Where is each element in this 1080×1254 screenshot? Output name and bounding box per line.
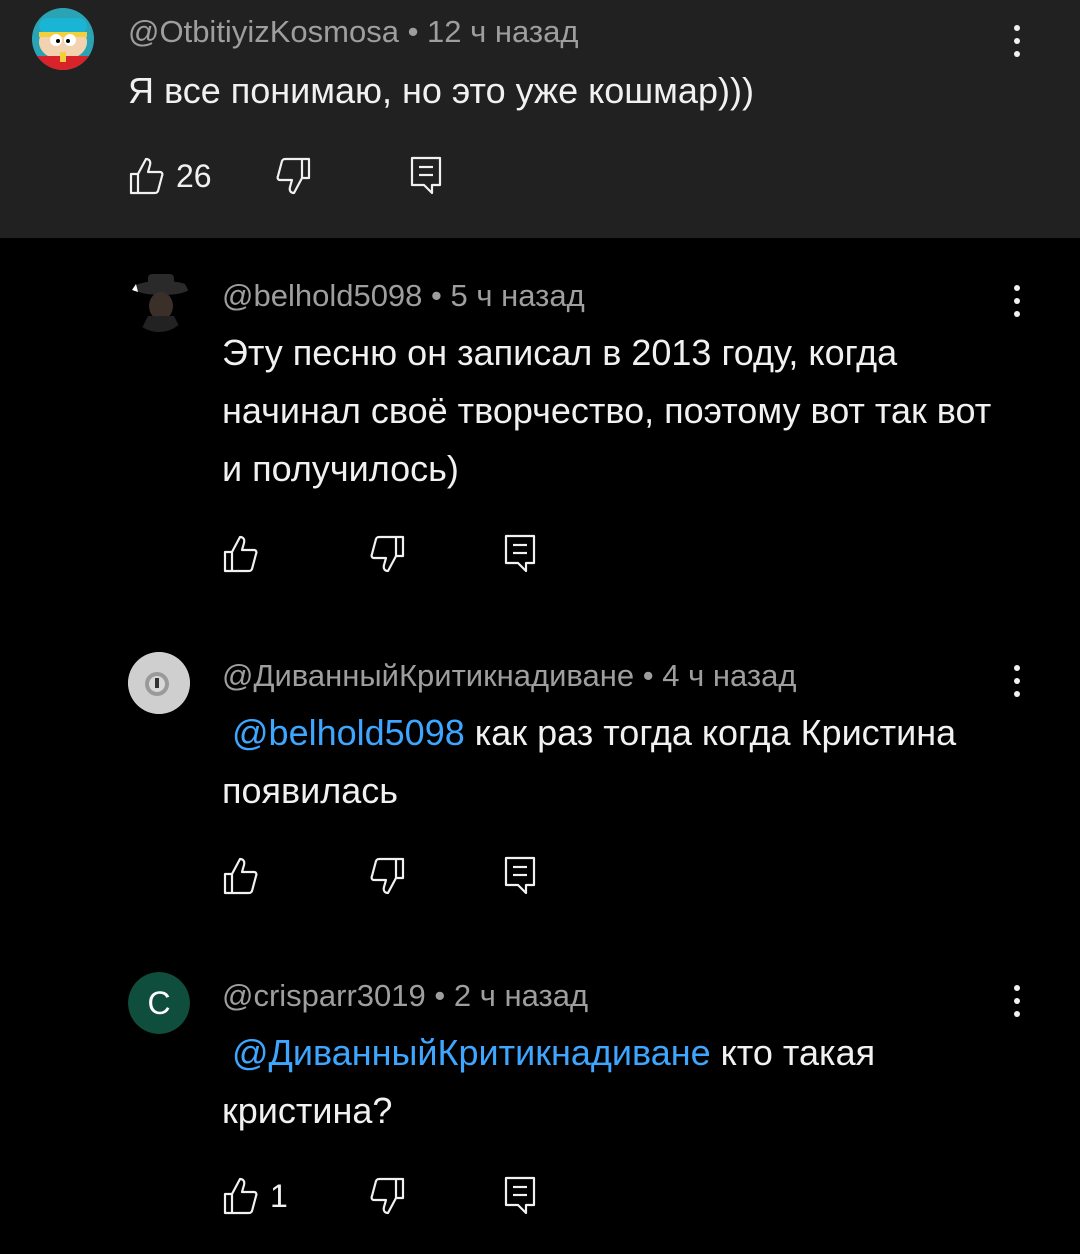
thumb-down-icon bbox=[370, 857, 405, 895]
dislike-button[interactable] bbox=[370, 1176, 406, 1216]
reply-icon bbox=[410, 156, 442, 195]
dislike-button[interactable] bbox=[276, 156, 312, 196]
reply-button[interactable] bbox=[504, 1176, 536, 1216]
comment-text: Я все понимаю, но это уже кошмар))) bbox=[128, 70, 754, 111]
reply-button[interactable] bbox=[504, 534, 536, 574]
comment-author[interactable]: @belhold5098 bbox=[222, 278, 422, 313]
more-options-button[interactable] bbox=[1002, 16, 1032, 66]
thumb-up-icon bbox=[223, 1177, 258, 1215]
reply-icon bbox=[504, 1176, 536, 1215]
thumb-down-icon bbox=[370, 535, 405, 573]
like-count: 26 bbox=[176, 157, 212, 194]
more-options-button[interactable] bbox=[1002, 656, 1032, 706]
thumb-up-icon bbox=[223, 857, 258, 895]
more-options-button[interactable] bbox=[1002, 976, 1032, 1026]
comment-author[interactable]: @crisparr3019 bbox=[222, 978, 426, 1013]
comment-meta: @OtbitiyizKosmosa • 12 ч назад bbox=[128, 14, 578, 50]
hat-man-avatar-icon bbox=[128, 270, 190, 332]
comment-meta: @belhold5098 • 5 ч назад bbox=[222, 278, 585, 314]
reply-button[interactable] bbox=[504, 856, 536, 896]
avatar[interactable] bbox=[128, 270, 190, 332]
like-button[interactable] bbox=[222, 856, 258, 896]
thumb-down-icon bbox=[370, 1177, 405, 1215]
comment-time: • 4 ч назад bbox=[642, 658, 797, 693]
avatar[interactable]: C bbox=[128, 972, 190, 1034]
comment-meta: @crisparr3019 • 2 ч назад bbox=[222, 978, 588, 1014]
avatar[interactable] bbox=[128, 652, 190, 714]
like-button[interactable] bbox=[222, 534, 258, 574]
comment-text: Эту песню он записал в 2013 году, когда … bbox=[222, 332, 992, 489]
comment-time: • 5 ч назад bbox=[431, 278, 585, 313]
avatar[interactable] bbox=[32, 8, 94, 70]
thumb-down-icon bbox=[276, 157, 311, 195]
comment-text: @belhold5098 как раз тогда когда Кристин… bbox=[222, 712, 957, 811]
comment-text: @ДиванныйКритикнадиване кто такая кристи… bbox=[222, 1032, 876, 1131]
reply-button[interactable] bbox=[410, 156, 442, 196]
like-button[interactable]: 1 bbox=[222, 1176, 288, 1216]
comment-author[interactable]: @ДиванныйКритикнадиване bbox=[222, 658, 634, 693]
avatar-letter: C bbox=[128, 972, 190, 1034]
mention-link[interactable]: @ДиванныйКритикнадиване bbox=[222, 1032, 711, 1073]
mention-link[interactable]: @belhold5098 bbox=[222, 712, 465, 753]
like-count: 1 bbox=[270, 1177, 288, 1214]
lock-avatar-icon bbox=[128, 652, 190, 714]
comment-time: • 2 ч назад bbox=[434, 978, 589, 1013]
reply-icon bbox=[504, 534, 536, 573]
comment-time: • 12 ч назад bbox=[407, 14, 579, 49]
thumb-up-icon bbox=[129, 157, 164, 195]
cartman-avatar-icon bbox=[32, 8, 94, 70]
comment-meta: @ДиванныйКритикнадиване • 4 ч назад bbox=[222, 658, 796, 694]
thumb-up-icon bbox=[223, 535, 258, 573]
more-options-button[interactable] bbox=[1002, 276, 1032, 326]
like-button[interactable]: 26 bbox=[128, 156, 212, 196]
dislike-button[interactable] bbox=[370, 856, 406, 896]
dislike-button[interactable] bbox=[370, 534, 406, 574]
reply-icon bbox=[504, 856, 536, 895]
comment-author[interactable]: @OtbitiyizKosmosa bbox=[128, 14, 399, 49]
